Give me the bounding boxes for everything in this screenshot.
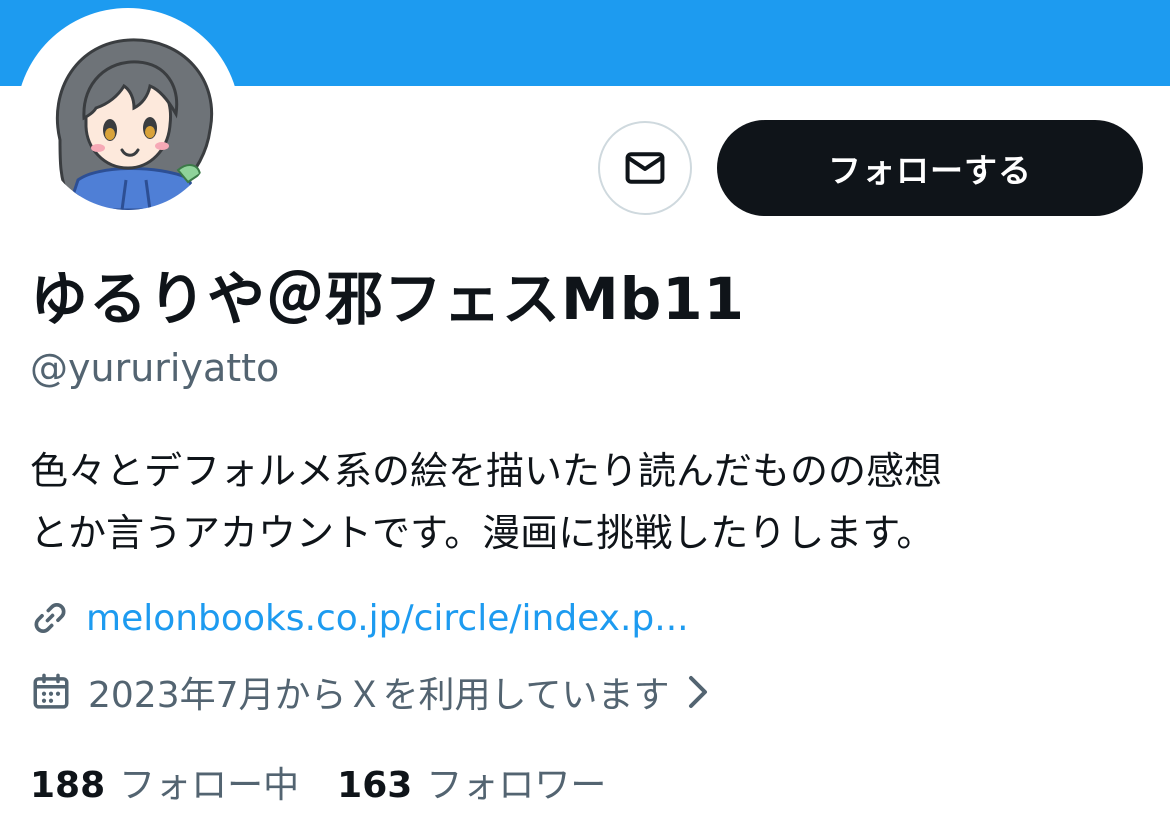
profile-bio: 色々とデフォルメ系の絵を描いたり読んだものの感想 とか言うアカウントです。漫画に… — [30, 440, 1140, 564]
chevron-right-icon — [683, 672, 713, 712]
follow-stats: 188 フォロー中 163 フォロワー — [30, 756, 606, 808]
website-row: melonbooks.co.jp/circle/index.p... — [30, 594, 689, 642]
followers-label: フォロワー — [426, 765, 607, 806]
display-name: ゆるりや＠邪フェスMb11 — [30, 265, 745, 333]
avatar[interactable] — [38, 30, 218, 210]
followers-stat[interactable]: 163 フォロワー — [337, 756, 606, 808]
joined-date-text: 2023年7月からＸを利用しています — [88, 675, 670, 716]
joined-date-row[interactable]: 2023年7月からＸを利用しています — [30, 668, 713, 716]
following-stat[interactable]: 188 フォロー中 — [30, 756, 299, 808]
bio-line: 色々とデフォルメ系の絵を描いたり読んだものの感想 — [30, 449, 943, 493]
following-label: フォロー中 — [119, 765, 300, 806]
follow-button[interactable]: フォローする — [717, 120, 1143, 216]
avatar-frame — [16, 8, 240, 232]
message-button[interactable] — [598, 121, 692, 215]
avatar-illustration — [38, 30, 218, 210]
user-handle: @yururiyatto — [30, 346, 280, 390]
calendar-icon — [30, 671, 72, 713]
following-count: 188 — [30, 765, 106, 806]
followers-count: 163 — [337, 765, 413, 806]
bio-line: とか言うアカウントです。漫画に挑戦したりします。 — [30, 511, 935, 555]
mail-icon — [623, 146, 667, 190]
website-link[interactable]: melonbooks.co.jp/circle/index.p... — [86, 598, 689, 639]
profile-page: フォローする ゆるりや＠邪フェスMb11 @yururiyatto 色々とデフォ… — [0, 0, 1170, 814]
link-icon — [30, 598, 70, 638]
